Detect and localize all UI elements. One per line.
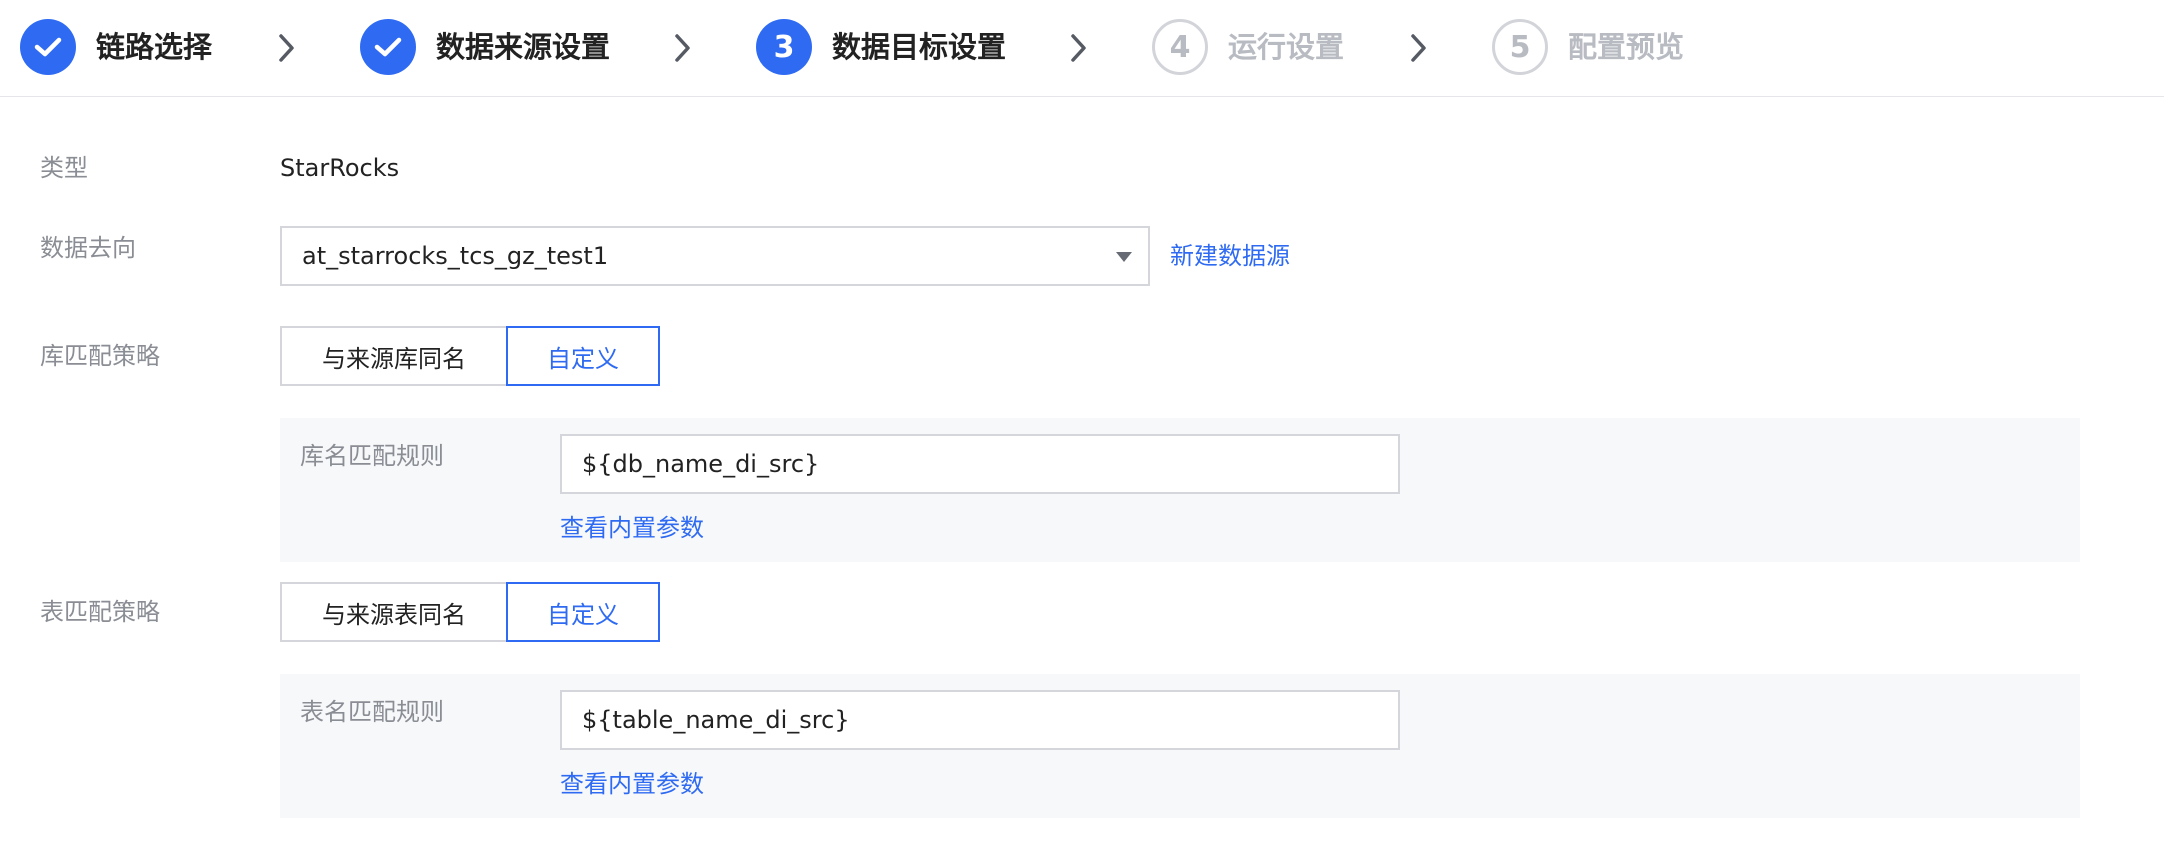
type-value: StarRocks — [280, 154, 400, 182]
table-same-as-source-option[interactable]: 与来源表同名 — [280, 582, 506, 642]
chevron-right-icon — [279, 34, 294, 62]
step-4-label[interactable]: 运行设置 — [1228, 29, 1344, 65]
check-icon — [374, 37, 402, 57]
table-strategy-segmented: 与来源表同名 自定义 — [280, 582, 660, 642]
caret-down-icon — [1116, 252, 1132, 262]
db-custom-option[interactable]: 自定义 — [506, 326, 660, 386]
db-same-as-source-option[interactable]: 与来源库同名 — [280, 326, 506, 386]
step-2-done-marker — [360, 19, 416, 75]
db-rule-input-value: ${db_name_di_src} — [582, 450, 820, 478]
new-datasource-link[interactable]: 新建数据源 — [1170, 240, 1290, 272]
step-1-label[interactable]: 链路选择 — [96, 29, 212, 65]
check-icon — [34, 37, 62, 57]
step-5-marker: 5 — [1492, 19, 1548, 75]
table-rule-label: 表名匹配规则 — [300, 698, 444, 726]
chevron-right-icon — [1071, 34, 1086, 62]
table-custom-option[interactable]: 自定义 — [506, 582, 660, 642]
step-3-label[interactable]: 数据目标设置 — [832, 29, 1006, 65]
table-rule-input[interactable]: ${table_name_di_src} — [560, 690, 1400, 750]
table-strategy-label: 表匹配策略 — [40, 598, 160, 626]
destination-label: 数据去向 — [40, 234, 136, 262]
db-strategy-segmented: 与来源库同名 自定义 — [280, 326, 660, 386]
step-4-marker: 4 — [1152, 19, 1208, 75]
step-5-label[interactable]: 配置预览 — [1568, 29, 1684, 65]
table-view-params-link[interactable]: 查看内置参数 — [560, 768, 704, 800]
page: 链路选择 数据来源设置 3 数据目标设置 4 运行设置 5 配置预览 类型 St… — [0, 0, 2164, 860]
table-rule-input-value: ${table_name_di_src} — [582, 706, 850, 734]
step-3-marker: 3 — [756, 19, 812, 75]
db-view-params-link[interactable]: 查看内置参数 — [560, 512, 704, 544]
chevron-right-icon — [675, 34, 690, 62]
step-1-done-marker — [20, 19, 76, 75]
step-2-label[interactable]: 数据来源设置 — [436, 29, 610, 65]
db-rule-input[interactable]: ${db_name_di_src} — [560, 434, 1400, 494]
db-rule-label: 库名匹配规则 — [300, 442, 444, 470]
destination-select-value: at_starrocks_tcs_gz_test1 — [302, 242, 609, 270]
db-strategy-label: 库匹配策略 — [40, 342, 160, 370]
chevron-right-icon — [1411, 34, 1426, 62]
steps-bar: 链路选择 数据来源设置 3 数据目标设置 4 运行设置 5 配置预览 — [0, 0, 2164, 97]
type-label: 类型 — [40, 154, 88, 182]
destination-select[interactable]: at_starrocks_tcs_gz_test1 — [280, 226, 1150, 286]
